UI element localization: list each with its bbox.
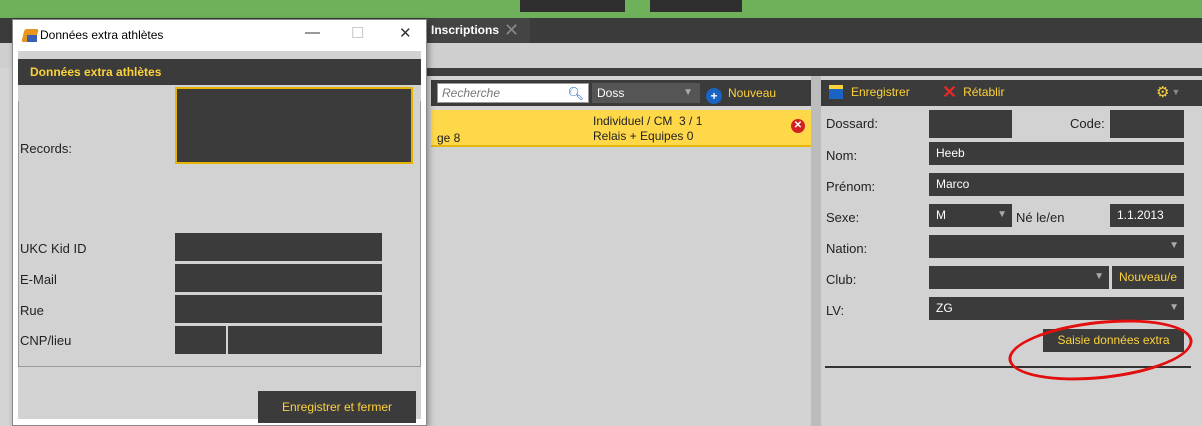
sexe-value: M [936, 208, 946, 222]
search-placeholder: Recherche [442, 86, 501, 100]
sort-select[interactable]: Doss ▼ [592, 83, 700, 103]
lieu-field[interactable] [228, 326, 382, 354]
nation-label: Nation: [826, 241, 868, 256]
chevron-down-icon: ▼ [1171, 87, 1181, 97]
ne-label: Né le/en [1016, 210, 1065, 225]
individual-count: 3 / 1 [679, 114, 703, 128]
rue-field[interactable] [175, 295, 382, 323]
close-icon[interactable]: ✕ [399, 24, 412, 42]
list-item-name: ge 8 [437, 131, 461, 145]
app-icon-base [27, 35, 37, 42]
sort-select-value: Doss [597, 86, 625, 100]
close-icon: ✕ [942, 82, 958, 102]
cnp-label: CNP/lieu [20, 333, 72, 348]
ukc-label: UKC Kid ID [20, 241, 87, 256]
search-icon[interactable]: 🔍︎ [567, 85, 584, 103]
minimize-icon[interactable]: — [305, 24, 320, 41]
club-label: Club: [826, 272, 857, 287]
new-button-label: Nouveau [728, 86, 777, 100]
sexe-label: Sexe: [826, 210, 860, 225]
tab-inscriptions-label: Inscriptions [431, 23, 500, 37]
dossard-label: Dossard: [826, 116, 879, 131]
lv-select[interactable]: ZG ▼ [929, 297, 1184, 320]
birthdate-field[interactable]: 1.1.2013 [1110, 204, 1184, 227]
relay-count: 0 [686, 129, 694, 143]
dialog-window-title: Données extra athlètes [40, 28, 164, 42]
individual-label: Individuel / CM [593, 114, 673, 128]
records-label: Records: [20, 141, 73, 156]
nom-field[interactable]: Heeb [929, 142, 1184, 165]
chevron-down-icon: ▼ [1094, 271, 1104, 282]
dialog-header: Données extra athlètes [18, 59, 421, 85]
chevron-down-icon: ▼ [1169, 302, 1179, 313]
sexe-select[interactable]: M ▼ [929, 204, 1012, 227]
list-item-individual: Individuel / CM 3 / 1 [593, 114, 702, 128]
tab-close-icon[interactable]: ✕ [504, 19, 519, 41]
list-item[interactable]: ge 8 Individuel / CM 3 / 1 Relais + Equi… [431, 110, 811, 147]
prenom-field[interactable]: Marco [929, 173, 1184, 196]
chevron-down-icon: ▼ [1169, 240, 1179, 251]
splitter[interactable] [811, 76, 821, 426]
settings-menu[interactable]: ⚙ ▼ [1156, 82, 1180, 103]
reset-button-label: Rétablir [963, 85, 1005, 99]
list-body [431, 147, 811, 426]
dialog-title-bar[interactable]: Données extra athlètes — ☐ ✕ [13, 20, 426, 51]
panel-divider [426, 68, 1202, 76]
cnp-field[interactable] [175, 326, 226, 354]
extra-data-dialog: Données extra athlètes — ☐ ✕ Données ext… [12, 19, 427, 426]
reset-button[interactable]: ✕ Rétablir [942, 82, 1004, 102]
chevron-down-icon: ▼ [683, 87, 693, 98]
code-field[interactable] [1110, 110, 1184, 138]
rue-label: Rue [20, 303, 44, 318]
club-new-button[interactable]: Nouveau/e [1112, 266, 1184, 289]
prenom-label: Prénom: [826, 179, 876, 194]
email-label: E-Mail [20, 272, 57, 287]
dossard-field[interactable] [929, 110, 1012, 138]
dialog-body: Données extra athlètes Records: UKC Kid … [18, 51, 421, 423]
nom-label: Nom: [826, 148, 858, 163]
save-button-label: Enregistrer [851, 85, 910, 99]
save-close-button[interactable]: Enregistrer et fermer [258, 391, 416, 423]
email-field[interactable] [175, 264, 382, 292]
nation-select[interactable]: ▼ [929, 235, 1184, 258]
club-select[interactable]: ▼ [929, 266, 1109, 289]
list-item-relay: Relais + Equipes 0 [593, 129, 693, 143]
records-field[interactable] [175, 87, 413, 164]
chevron-down-icon: ▼ [997, 209, 1007, 220]
search-input[interactable]: Recherche 🔍︎ [437, 83, 589, 103]
save-icon [829, 85, 843, 99]
gear-icon: ⚙ [1156, 84, 1170, 101]
code-label: Code: [1070, 116, 1105, 131]
maximize-icon: ☐ [351, 25, 365, 42]
lv-value: ZG [936, 301, 953, 315]
app-top-bar [0, 0, 1202, 18]
plus-icon: + [706, 88, 722, 104]
ukc-field[interactable] [175, 233, 382, 261]
lv-label: LV: [826, 303, 845, 318]
relay-label: Relais + Equipes [593, 129, 684, 143]
save-button[interactable]: Enregistrer [829, 82, 910, 102]
delete-icon[interactable]: ✕ [791, 119, 805, 133]
new-button[interactable]: + Nouveau [706, 83, 777, 104]
